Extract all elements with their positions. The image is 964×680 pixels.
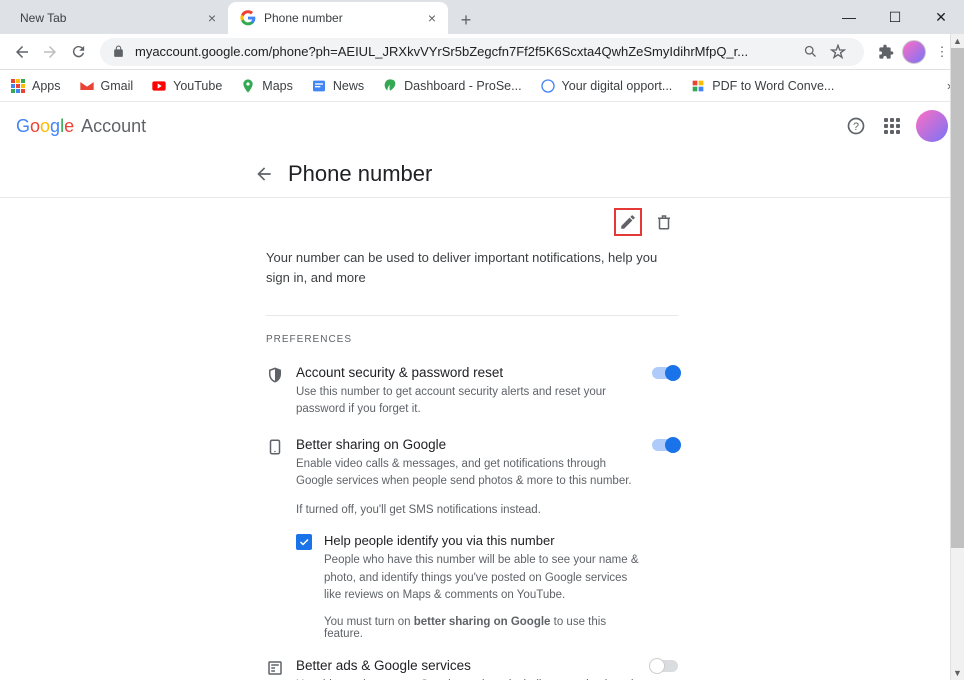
pdf-icon (690, 78, 706, 94)
new-tab-button[interactable]: + (452, 6, 480, 34)
tab-strip: New Tab × Phone number × + (0, 0, 964, 34)
maps-icon (240, 78, 256, 94)
bookmark-label: PDF to Word Conve... (712, 79, 834, 93)
reload-button[interactable] (64, 38, 92, 66)
bookmark-maps[interactable]: Maps (240, 78, 293, 94)
lock-icon (112, 45, 125, 58)
maximize-button[interactable]: ☐ (872, 0, 918, 34)
url-text: myaccount.google.com/phone?ph=AEIUL_JRXk… (135, 44, 796, 59)
account-label: Account (81, 116, 146, 136)
tab-title: New Tab (20, 11, 200, 25)
page-title: Phone number (288, 161, 432, 187)
star-icon[interactable] (824, 38, 852, 66)
sub-title: Help people identify you via this number (324, 533, 642, 548)
bookmark-news[interactable]: News (311, 78, 364, 94)
bookmark-label: Gmail (101, 79, 134, 93)
back-arrow-icon[interactable] (252, 162, 276, 186)
close-window-button[interactable]: ✕ (918, 0, 964, 34)
browser-tab[interactable]: New Tab × (8, 2, 228, 34)
account-avatar[interactable] (916, 110, 948, 142)
pref-title: Better sharing on Google (296, 437, 642, 452)
bookmark-pdf[interactable]: PDF to Word Conve... (690, 78, 834, 94)
browser-toolbar: myaccount.google.com/phone?ph=AEIUL_JRXk… (0, 34, 964, 70)
shield-icon (266, 365, 286, 384)
content-area: Your number can be used to deliver impor… (0, 190, 950, 680)
youtube-icon (151, 78, 167, 94)
zoom-icon[interactable] (796, 38, 824, 66)
sharing-toggle[interactable] (652, 437, 678, 451)
bookmark-label: Maps (262, 79, 293, 93)
profile-avatar[interactable] (900, 38, 928, 66)
pref-security: Account security & password reset Use th… (266, 365, 678, 419)
ads-toggle[interactable] (652, 658, 678, 672)
preferences-section-label: PREFERENCES (266, 315, 678, 345)
apps-launcher-icon[interactable] (876, 110, 908, 142)
pref-title: Account security & password reset (296, 365, 642, 380)
sub-desc: People who have this number will be able… (324, 552, 642, 604)
vertical-scrollbar[interactable]: ▲ ▼ (950, 34, 964, 680)
scroll-thumb[interactable] (951, 48, 964, 548)
sub-note: You must turn on better sharing on Googl… (324, 616, 642, 640)
newspaper-icon (266, 658, 286, 677)
news-icon (311, 78, 327, 94)
google-g-icon (540, 78, 556, 94)
close-icon[interactable]: × (428, 10, 436, 26)
window-controls: — ☐ ✕ (826, 0, 964, 34)
pref-title: Better ads & Google services (296, 658, 642, 673)
pref-ads: Better ads & Google services Use this nu… (266, 658, 678, 680)
bookmark-youtube[interactable]: YouTube (151, 78, 222, 94)
bookmark-label: News (333, 79, 364, 93)
delete-button[interactable] (650, 208, 678, 236)
apps-icon (10, 78, 26, 94)
bookmark-gmail[interactable]: Gmail (79, 78, 134, 94)
minimize-button[interactable]: — (826, 0, 872, 34)
close-icon[interactable]: × (208, 10, 216, 26)
back-button[interactable] (8, 38, 36, 66)
google-account-logo[interactable]: Google Account (16, 116, 146, 137)
address-bar[interactable]: myaccount.google.com/phone?ph=AEIUL_JRXk… (100, 38, 864, 66)
scroll-down-button[interactable]: ▼ (951, 666, 964, 680)
security-toggle[interactable] (652, 365, 678, 379)
edit-button[interactable] (614, 208, 642, 236)
identify-checkbox[interactable] (296, 534, 312, 550)
bookmarks-bar: Apps Gmail YouTube Maps News Dashboard -… (0, 70, 964, 102)
bookmark-label: YouTube (173, 79, 222, 93)
google-account-header: Google Account ? (0, 102, 964, 150)
leaf-icon (382, 78, 398, 94)
device-icon (266, 437, 286, 456)
scroll-up-button[interactable]: ▲ (951, 34, 964, 48)
bookmark-digital[interactable]: Your digital opport... (540, 78, 673, 94)
bookmark-label: Apps (32, 79, 61, 93)
browser-tab-active[interactable]: Phone number × (228, 2, 448, 34)
help-icon[interactable]: ? (840, 110, 872, 142)
google-favicon (240, 10, 256, 26)
bookmark-label: Your digital opport... (562, 79, 673, 93)
pref-sharing: Better sharing on Google Enable video ca… (266, 437, 678, 641)
bookmark-label: Dashboard - ProSe... (404, 79, 521, 93)
phone-actions (266, 208, 678, 236)
extensions-icon[interactable] (872, 38, 900, 66)
tab-title: Phone number (264, 11, 420, 25)
pref-desc: Use this number to get account security … (296, 384, 642, 419)
intro-text: Your number can be used to deliver impor… (266, 248, 678, 287)
svg-text:?: ? (853, 121, 859, 133)
sub-pref-identify: Help people identify you via this number… (296, 533, 642, 640)
apps-bookmark[interactable]: Apps (10, 78, 61, 94)
pref-note: If turned off, you'll get SMS notificati… (296, 502, 642, 519)
gmail-icon (79, 78, 95, 94)
pref-desc: Enable video calls & messages, and get n… (296, 456, 642, 491)
bookmark-dashboard[interactable]: Dashboard - ProSe... (382, 78, 521, 94)
forward-button[interactable] (36, 38, 64, 66)
